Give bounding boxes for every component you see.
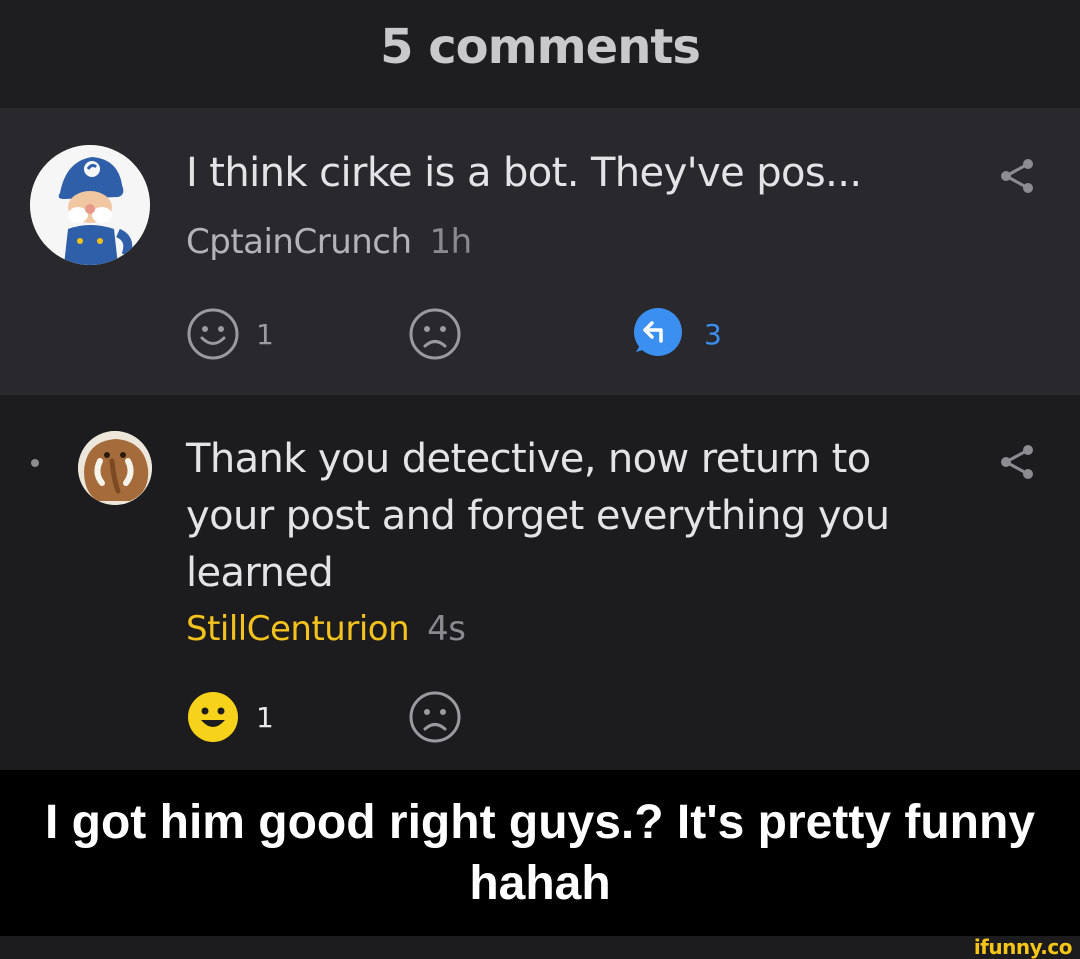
comment-text: Thank you detective, now return to your … (186, 436, 890, 596)
share-icon[interactable] (997, 442, 1037, 482)
comment-actions: 1 3 (186, 306, 886, 362)
comment-meta: StillCenturion 4s (186, 609, 466, 649)
caption-text: I got him good right guys.? It's pretty … (44, 796, 1036, 910)
page-title: 5 comments (380, 19, 701, 75)
ifunny-watermark: ifunny.co (973, 935, 1073, 959)
comment-meta: CptainCrunch 1h (186, 222, 472, 262)
replies-count: 3 (704, 317, 722, 351)
unsmile-button[interactable] (408, 689, 462, 745)
comment-author[interactable]: StillCenturion (186, 609, 410, 649)
smile-button[interactable]: 1 (186, 306, 274, 362)
thread-indicator (31, 459, 39, 467)
comment-text: I think cirke is a bot. They've pos... (186, 150, 862, 196)
smile-active-icon (188, 692, 238, 742)
mammoth-avatar-icon[interactable] (78, 431, 152, 505)
captain-avatar-icon[interactable] (30, 145, 150, 265)
comment-item[interactable]: Thank you detective, now return to your … (0, 395, 1080, 770)
footer-strip (0, 936, 1080, 956)
smile-button[interactable]: 1 (186, 689, 274, 745)
comment-time: 1h (429, 222, 473, 262)
frown-icon (409, 691, 461, 743)
meme-caption: I got him good right guys.? It's pretty … (0, 770, 1080, 936)
comments-header: 5 comments (0, 0, 1080, 108)
share-icon[interactable] (997, 156, 1037, 196)
unsmile-button[interactable] (408, 306, 462, 362)
smile-count: 1 (256, 700, 274, 734)
smile-icon (187, 308, 239, 360)
replies-button[interactable]: 3 (628, 306, 722, 362)
comment-author[interactable]: CptainCrunch (186, 222, 412, 262)
frown-icon (409, 308, 461, 360)
smile-count: 1 (256, 317, 274, 351)
reply-bubble-icon (634, 308, 682, 356)
comment-actions: 1 (186, 689, 886, 745)
comment-time: 4s (427, 609, 466, 649)
comment-item[interactable]: I think cirke is a bot. They've pos... C… (0, 108, 1080, 395)
